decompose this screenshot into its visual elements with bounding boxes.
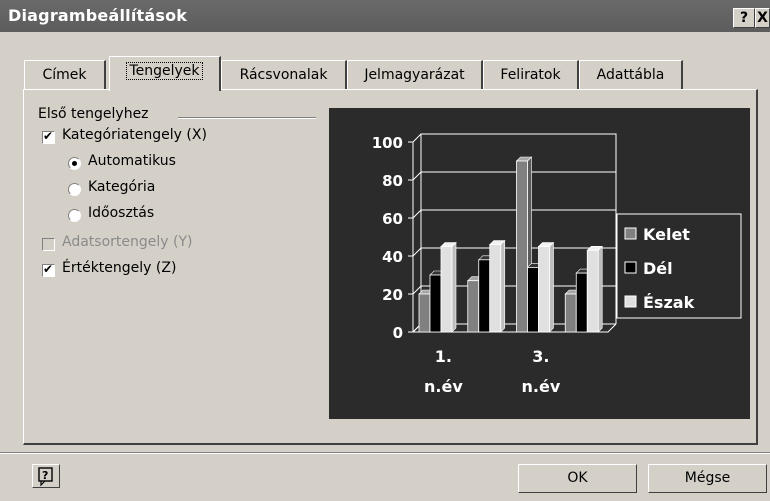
legend-label: Dél [643,259,673,278]
series-axis-checkbox [42,238,55,251]
series-axis-label: Adatsortengely (Y) [62,234,192,250]
group-divider [178,117,316,119]
category-axis-label: Kategóriatengely (X) [62,127,207,143]
bar [430,275,441,332]
legend-label: Kelet [643,225,690,244]
x-tick-label: 1. [435,347,452,366]
bar [479,260,490,332]
bar [539,247,550,333]
svg-text:?: ? [42,469,48,482]
y-tick-label: 60 [382,210,403,228]
y-tick-label: 20 [382,286,403,304]
y-tick-label: 0 [393,324,403,342]
category-axis-checkbox[interactable] [42,131,55,144]
automatic-radio[interactable] [68,157,81,170]
value-axis-label: Értéktengely (Z) [62,260,176,276]
window-title: Diagrambeállítások [8,6,187,25]
bar [528,267,539,332]
bar-side [501,241,505,332]
tab-label: Tengelyek [126,62,202,80]
tab-label: Rácsvonalak [240,67,328,83]
bar [468,281,479,332]
bar [565,294,576,332]
legend-label: Észak [643,293,695,312]
bar-side [550,243,554,333]
gridline [413,134,616,142]
category-radio[interactable] [68,183,81,196]
tab-cimek[interactable]: Címek [24,60,106,89]
tab-feliratok[interactable]: Feliratok [483,60,579,89]
group-title: Első tengelyhez [38,106,152,122]
chart-svg: 0 20 40 60 80 100 1. n.év 3. n.év Kelet Dél Észak [329,108,750,419]
close-button[interactable]: X [755,8,770,28]
y-tick-label: 40 [382,248,403,266]
tab-tengelyek[interactable]: Tengelyek [109,56,221,91]
legend-swatch [625,228,636,239]
x-tick-label: n.év [424,377,463,396]
tab-jelmagyarazat[interactable]: Jelmagyarázat [347,60,483,89]
bar [490,245,501,332]
help-icon: ? [33,465,59,487]
time-scale-label: Időosztás [88,205,154,221]
time-scale-radio[interactable] [68,209,81,222]
bar [587,250,598,332]
x-tick-label: n.év [522,377,561,396]
y-tick-label: 100 [372,134,403,152]
automatic-label: Automatikus [88,153,176,169]
gridline [413,210,616,218]
help-button[interactable]: ? [32,464,60,488]
legend-swatch [625,262,636,273]
bar-side [452,243,456,333]
bar-side [598,246,602,332]
bottom-separator [0,452,770,454]
tab-label: Címek [42,67,86,83]
tab-label: Adattábla [597,67,665,83]
ok-button[interactable]: OK [518,464,637,493]
tab-label: Feliratok [500,67,560,83]
tab-adattabla[interactable]: Adattábla [579,60,683,89]
x-tick-label: 3. [532,347,549,366]
category-label: Kategória [88,179,155,195]
bar [419,294,430,332]
legend-swatch [625,296,636,307]
tab-label: Jelmagyarázat [364,67,464,83]
y-tick-label: 80 [382,172,403,190]
gridline [413,172,616,180]
cancel-button[interactable]: Mégse [648,464,767,493]
bar [441,247,452,333]
help-title-button[interactable]: ? [733,8,755,28]
bar [517,161,528,332]
value-axis-checkbox[interactable] [42,264,55,277]
bar [576,273,587,332]
tab-racsvonalak[interactable]: Rácsvonalak [221,60,347,89]
